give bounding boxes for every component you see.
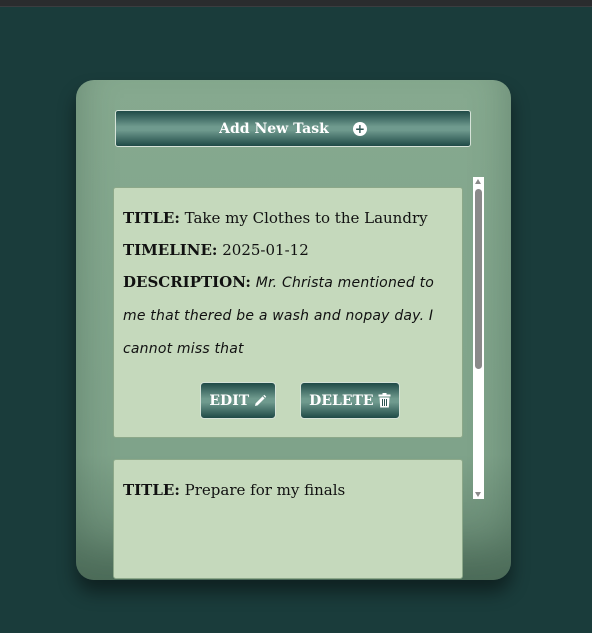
task-actions: EDIT DELETE bbox=[114, 382, 462, 419]
title-label: TITLE: bbox=[123, 209, 180, 227]
delete-button[interactable]: DELETE bbox=[300, 382, 400, 419]
task-panel: Add New Task + TITLE: Take my Clothes to… bbox=[76, 80, 511, 580]
task-description-row: DESCRIPTION: Mr. Christa mentioned to me… bbox=[123, 266, 453, 365]
task-card: TITLE: Take my Clothes to the Laundry TI… bbox=[113, 187, 463, 438]
delete-label: DELETE bbox=[309, 392, 374, 409]
pencil-icon bbox=[253, 394, 267, 408]
scroll-up-icon[interactable] bbox=[475, 179, 481, 184]
task-timeline: 2025-01-12 bbox=[222, 241, 309, 259]
plus-circle-icon: + bbox=[352, 121, 367, 136]
scroll-down-icon[interactable] bbox=[475, 492, 481, 497]
description-label: DESCRIPTION: bbox=[123, 273, 251, 291]
add-new-task-button[interactable]: Add New Task + bbox=[115, 110, 471, 147]
trash-icon bbox=[378, 393, 391, 408]
task-timeline-row: TIMELINE: 2025-01-12 bbox=[123, 234, 453, 266]
timeline-label: TIMELINE: bbox=[123, 241, 218, 259]
task-title-row: TITLE: Take my Clothes to the Laundry bbox=[123, 202, 453, 234]
edit-button[interactable]: EDIT bbox=[200, 382, 277, 419]
task-title: Take my Clothes to the Laundry bbox=[184, 209, 428, 227]
edit-label: EDIT bbox=[209, 392, 250, 409]
task-list[interactable]: TITLE: Take my Clothes to the Laundry TI… bbox=[113, 177, 463, 579]
title-label: TITLE: bbox=[123, 481, 180, 499]
task-list-scrollbar[interactable] bbox=[473, 177, 484, 499]
task-title-row: TITLE: Prepare for my finals bbox=[123, 474, 453, 506]
scrollbar-thumb[interactable] bbox=[475, 189, 482, 369]
add-new-task-label: Add New Task bbox=[219, 120, 329, 137]
browser-top-strip bbox=[0, 0, 592, 7]
task-card: TITLE: Prepare for my finals bbox=[113, 459, 463, 579]
task-title: Prepare for my finals bbox=[184, 481, 346, 499]
